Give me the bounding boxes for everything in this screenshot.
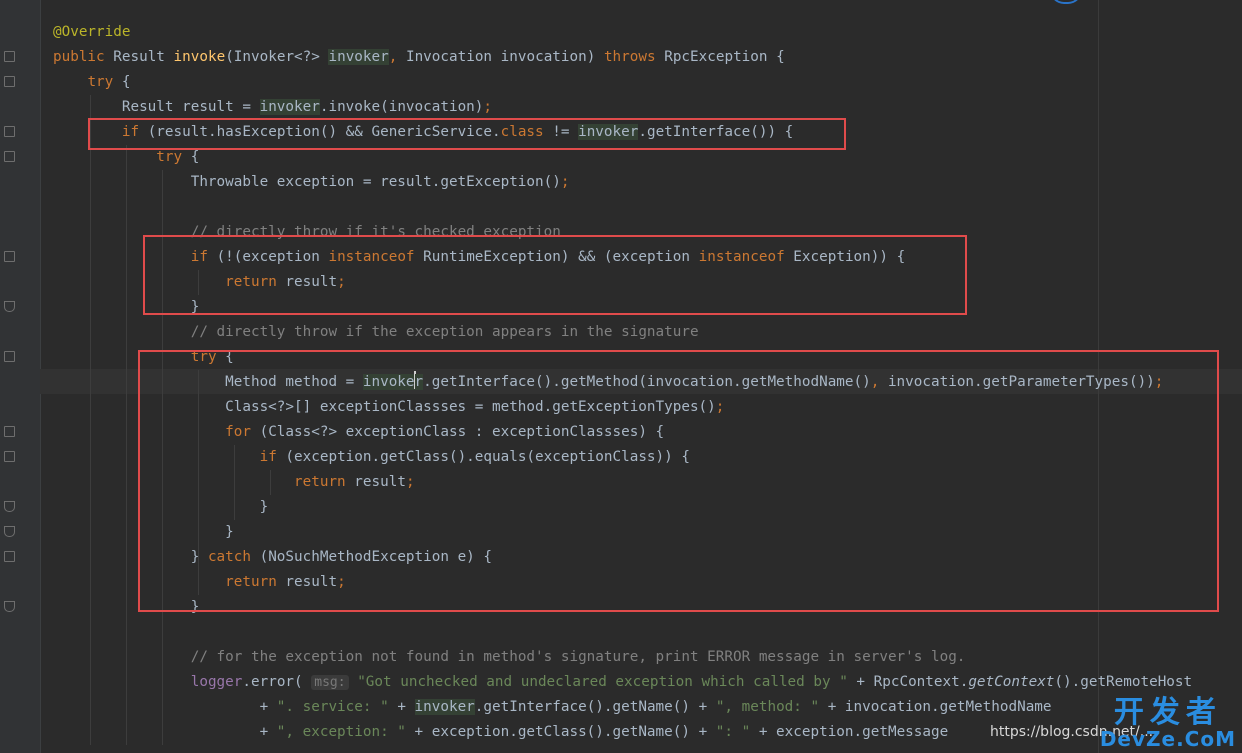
fold-end-icon[interactable] [4,526,15,537]
fold-marker-icon[interactable] [4,426,15,437]
code-token: ().getRemoteHost [1054,674,1193,690]
watermark-logo-en: DevZe.CoM [1099,727,1236,751]
fold-marker-icon[interactable] [4,151,15,162]
code-token: { [121,74,131,90]
code-token: public [53,49,114,65]
code-line[interactable] [53,620,1192,645]
code-token: try [156,149,191,165]
fold-marker-icon[interactable] [4,551,15,562]
code-token: ; [560,174,570,190]
code-line[interactable]: try { [53,70,1192,95]
code-token: + exception.getMessage [758,724,949,740]
code-token: + [397,699,415,715]
code-token: ". service: " [276,699,398,715]
fold-marker-icon[interactable] [4,251,15,262]
code-token: invoke [173,49,226,65]
code-token: invoker [414,699,475,715]
code-token: Result result = [53,99,260,115]
code-token: Invocation invocation) [405,49,604,65]
code-line[interactable]: @Override [53,20,1192,45]
code-token: Result [113,49,174,65]
fold-marker-icon[interactable] [4,76,15,87]
highlight-box-signature-check [138,350,1219,612]
avatar-icon [1050,0,1082,4]
code-token: logger [190,674,243,690]
code-token: .error( [242,674,312,690]
code-token: msg: [311,675,349,690]
fold-marker-icon[interactable] [4,351,15,362]
highlight-box-if-has-exception [88,118,846,150]
watermark-logo-cn: 开发者 [1113,695,1222,730]
code-token: ", exception: " [276,724,415,740]
code-token: ", method: " [715,699,828,715]
code-token: { [190,149,200,165]
code-token: // for the exception not found in method… [190,649,966,665]
code-token: // directly throw if the exception appea… [190,324,699,340]
code-token: @Override [53,24,131,40]
code-line[interactable]: Result result = invoker.invoke(invocatio… [53,95,1192,120]
code-line[interactable]: logger.error( msg: "Got unchecked and un… [53,670,1192,695]
editor-gutter [0,0,41,753]
code-token: "Got unchecked and undeclared exception … [357,674,857,690]
fold-end-icon[interactable] [4,501,15,512]
code-token: RpcException { [664,49,785,65]
fold-end-icon[interactable] [4,301,15,312]
code-token: try [87,74,122,90]
code-line[interactable]: Throwable exception = result.getExceptio… [53,170,1192,195]
code-token: + exception.getClass().getName() + [414,724,716,740]
code-token: + RpcContext. [856,674,969,690]
highlight-box-checked-exception [143,235,967,315]
code-token: ": " [715,724,759,740]
code-token: invoker [328,49,389,65]
code-line[interactable]: // directly throw if the exception appea… [53,320,1192,345]
code-token: (Invoker<?> [225,49,329,65]
fold-end-icon[interactable] [4,601,15,612]
code-token: throws [603,49,665,65]
fold-marker-icon[interactable] [4,451,15,462]
fold-marker-icon[interactable] [4,126,15,137]
code-token: invoker [259,99,320,115]
code-token: + invocation.getMethodName [827,699,1052,715]
code-token: Throwable exception = result.getExceptio… [53,174,561,190]
code-line[interactable] [53,195,1192,220]
code-token: + [53,699,277,715]
code-line[interactable]: + ". service: " + invoker.getInterface()… [53,695,1192,720]
code-line[interactable]: // for the exception not found in method… [53,645,1192,670]
code-line[interactable]: public Result invoke(Invoker<?> invoker,… [53,45,1192,70]
code-token: .invoke(invocation) [319,99,484,115]
fold-marker-icon[interactable] [4,51,15,62]
code-token: .getInterface().getName() + [474,699,716,715]
code-token: + [53,724,277,740]
code-token: ; [483,99,493,115]
code-token: getContext [968,674,1055,690]
code-token: , [388,49,406,65]
watermark-logo: 开发者 DevZe.CoM [1099,695,1236,751]
